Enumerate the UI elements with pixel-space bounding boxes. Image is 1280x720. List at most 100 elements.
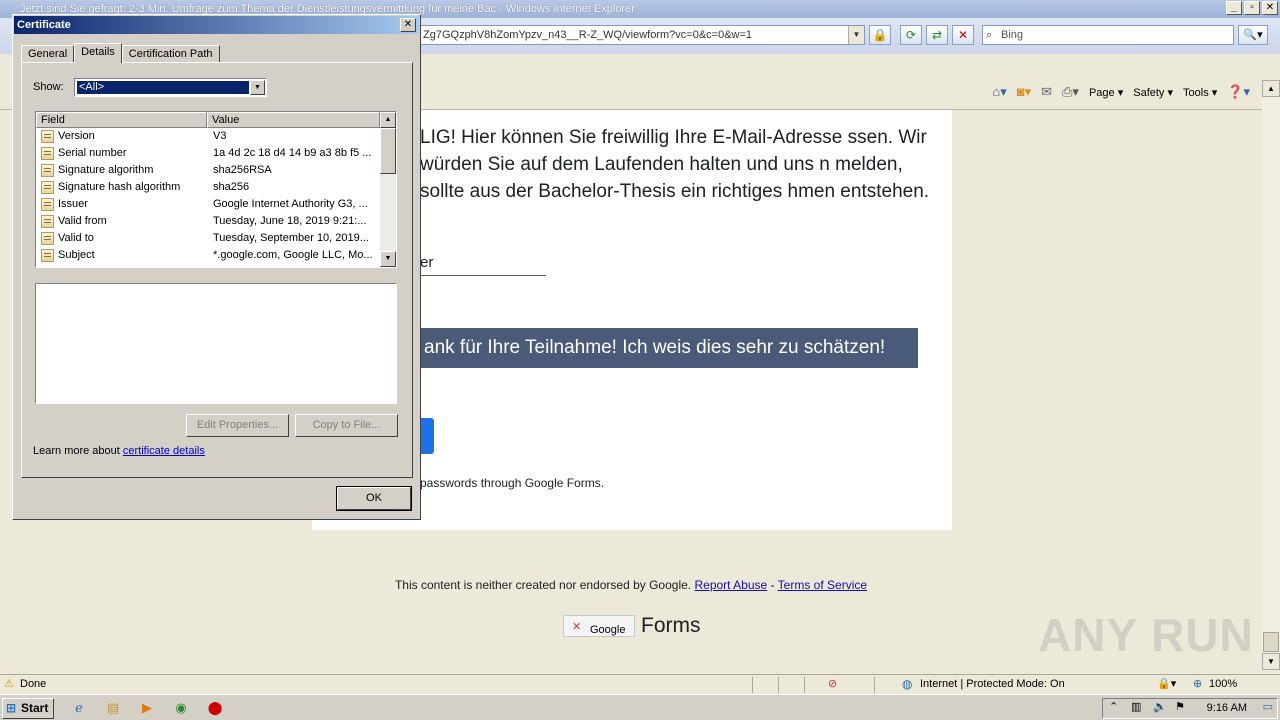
form-description: LIG! Hier können Sie freiwillig Ihre E-M… — [420, 127, 930, 202]
safety-menu-label: Safety — [1133, 86, 1165, 99]
certificate-field-icon — [41, 147, 54, 160]
lock-icon[interactable]: 🔒 — [869, 25, 891, 45]
media-player-taskbar-icon[interactable]: ▶ — [138, 699, 156, 717]
field-value: V3 — [213, 130, 227, 142]
certificate-field-list[interactable]: Field Value Version V3 Serial number 1a 4d… — [35, 111, 397, 268]
tab-details[interactable]: Details — [74, 43, 122, 63]
show-select[interactable]: <All> ▼ — [74, 78, 267, 97]
address-text: Zg7GQzphV8hZomYpzv_n43__R-Z_WQ/viewform?… — [423, 29, 753, 41]
list-item[interactable]: Valid to Tuesday, September 10, 2019... — [36, 230, 380, 247]
maximize-button[interactable]: ▫ — [1244, 1, 1260, 15]
field-value: *.google.com, Google LLC, Mo... — [213, 249, 373, 261]
field-value: Tuesday, June 18, 2019 9:21:... — [213, 215, 367, 227]
field-value: Google Internet Authority G3, ... — [213, 198, 368, 210]
scroll-down-arrow[interactable]: ▼ — [1262, 653, 1280, 670]
list-scroll-thumb[interactable] — [380, 128, 396, 174]
field-value: 1a 4d 2c 18 d4 14 b9 a3 8b f5 ... — [213, 147, 372, 159]
page-menu[interactable]: Page ▾ — [1089, 86, 1123, 99]
address-dropdown-arrow[interactable]: ▼ — [848, 26, 864, 44]
page-scrollbar[interactable]: ▲ ▼ — [1262, 80, 1280, 670]
chrome-taskbar-icon[interactable]: ◉ — [172, 699, 190, 717]
protected-mode-icon[interactable]: 🔒▾ — [1157, 675, 1176, 693]
column-header-field[interactable]: Field — [36, 112, 207, 128]
footer-separator: - — [770, 578, 775, 592]
list-item[interactable]: Issuer Google Internet Authority G3, ... — [36, 196, 380, 213]
search-icon: ⌕ — [986, 29, 993, 41]
list-item[interactable]: Version V3 — [36, 128, 380, 145]
ie-taskbar-icon[interactable]: ℯ — [70, 699, 88, 717]
print-icon[interactable]: ⎙▾ — [1062, 84, 1079, 100]
close-window-button[interactable]: ✕ — [1262, 1, 1278, 15]
compat-view-icon[interactable]: ⟳ — [900, 25, 922, 45]
stop-taskbar-icon[interactable]: ⬤ — [206, 699, 224, 717]
certificate-field-icon — [41, 198, 54, 211]
list-scroll-up-arrow[interactable]: ▲ — [380, 112, 396, 128]
forms-logo-text: Forms — [641, 614, 701, 637]
network-icon[interactable]: ▥ — [1131, 700, 1141, 713]
field-value: Tuesday, September 10, 2019... — [213, 232, 369, 244]
copy-to-file-button[interactable]: Copy to File... — [295, 414, 398, 437]
dialog-close-button[interactable]: ✕ — [400, 18, 416, 32]
report-abuse-link[interactable]: Report Abuse — [694, 578, 767, 592]
list-item[interactable]: Signature hash algorithm sha256 — [36, 179, 380, 196]
safety-menu[interactable]: Safety ▾ — [1133, 86, 1173, 99]
help-icon[interactable]: ❓▾ — [1227, 84, 1250, 100]
anyrun-watermark: ANY RUN — [1038, 609, 1254, 661]
security-zone-text: Internet | Protected Mode: On — [920, 678, 1065, 690]
field-rows: Version V3 Serial number 1a 4d 2c 18 d4 14… — [36, 128, 380, 264]
list-item[interactable]: Valid from Tuesday, June 18, 2019 9:21:..… — [36, 213, 380, 230]
stop-icon[interactable]: ✕ — [952, 25, 974, 45]
list-item[interactable]: Signature algorithm sha256RSA — [36, 162, 380, 179]
edit-properties-button[interactable]: Edit Properties... — [186, 414, 289, 437]
list-item[interactable]: Subject *.google.com, Google LLC, Mo... — [36, 247, 380, 264]
field-name: Serial number — [58, 147, 127, 159]
field-name: Issuer — [58, 198, 88, 210]
list-item[interactable]: Serial number 1a 4d 2c 18 d4 14 b9 a3 8b … — [36, 145, 380, 162]
certificate-details-link[interactable]: certificate details — [123, 445, 205, 457]
thanks-section-header: ank für Ihre Teilnahme! Ich weis dies se… — [420, 328, 918, 368]
scroll-up-arrow[interactable]: ▲ — [1262, 80, 1280, 97]
home-icon[interactable]: ⌂▾ — [992, 84, 1006, 100]
feeds-icon[interactable]: ◙▾ — [1017, 84, 1031, 100]
list-scroll-down-arrow[interactable]: ▼ — [380, 251, 396, 267]
show-label: Show: — [33, 81, 64, 93]
footer-disclaimer: This content is neither created nor endo… — [394, 578, 692, 592]
column-header-value[interactable]: Value — [207, 112, 380, 128]
show-selected-value: <All> — [76, 80, 250, 95]
tab-certification-path[interactable]: Certification Path — [121, 45, 220, 63]
field-value: sha256RSA — [213, 164, 272, 176]
volume-icon[interactable]: 🔈 — [1153, 700, 1167, 713]
dialog-title: Certificate — [17, 19, 71, 31]
terms-of-service-link[interactable]: Terms of Service — [778, 578, 867, 592]
explorer-taskbar-icon[interactable]: ▤ — [104, 699, 122, 717]
submit-button[interactable] — [420, 418, 434, 454]
mail-icon[interactable]: ✉ — [1041, 84, 1052, 100]
action-center-flag-icon[interactable]: ⚑ — [1175, 700, 1185, 713]
show-desktop-icon[interactable]: ▭ — [1263, 700, 1273, 713]
dialog-title-bar[interactable]: Certificate ✕ — [14, 16, 419, 34]
list-scrollbar[interactable]: ▲ ▼ — [380, 112, 396, 267]
certificate-dialog: Certificate ✕ General Details Certificat… — [12, 14, 421, 520]
tab-general[interactable]: General — [21, 45, 75, 63]
ok-button[interactable]: OK — [336, 486, 412, 511]
tray-expand-icon[interactable]: ⌃ — [1109, 700, 1118, 713]
address-bar[interactable]: Zg7GQzphV8hZomYpzv_n43__R-Z_WQ/viewform?… — [420, 25, 865, 45]
zoom-level[interactable]: 100% — [1209, 675, 1237, 693]
email-answer-text[interactable]: er — [420, 254, 433, 271]
google-logo-alt-text: Google — [590, 624, 626, 636]
clock[interactable]: 9:16 AM — [1207, 699, 1247, 718]
search-input[interactable]: ⌕ Bing — [982, 25, 1234, 45]
refresh-icon[interactable]: ⇄ — [926, 25, 948, 45]
start-button[interactable]: ⊞ Start — [2, 698, 54, 719]
popup-blocker-icon[interactable]: ⊘ — [828, 675, 837, 693]
chevron-down-icon[interactable]: ▼ — [250, 80, 265, 95]
search-button[interactable]: 🔍▾ — [1238, 25, 1268, 45]
scroll-thumb[interactable] — [1263, 632, 1279, 652]
status-bar: ⚠ Done ⊘ ◍ Internet | Protected Mode: On… — [0, 674, 1280, 694]
field-name: Version — [58, 130, 95, 142]
field-detail-textbox[interactable] — [35, 283, 397, 404]
broken-image-icon: ✕ — [572, 621, 582, 633]
google-logo-broken-image[interactable]: ✕ Google — [563, 615, 635, 637]
tools-menu[interactable]: Tools ▾ — [1183, 86, 1217, 99]
minimize-button[interactable]: _ — [1226, 1, 1242, 15]
